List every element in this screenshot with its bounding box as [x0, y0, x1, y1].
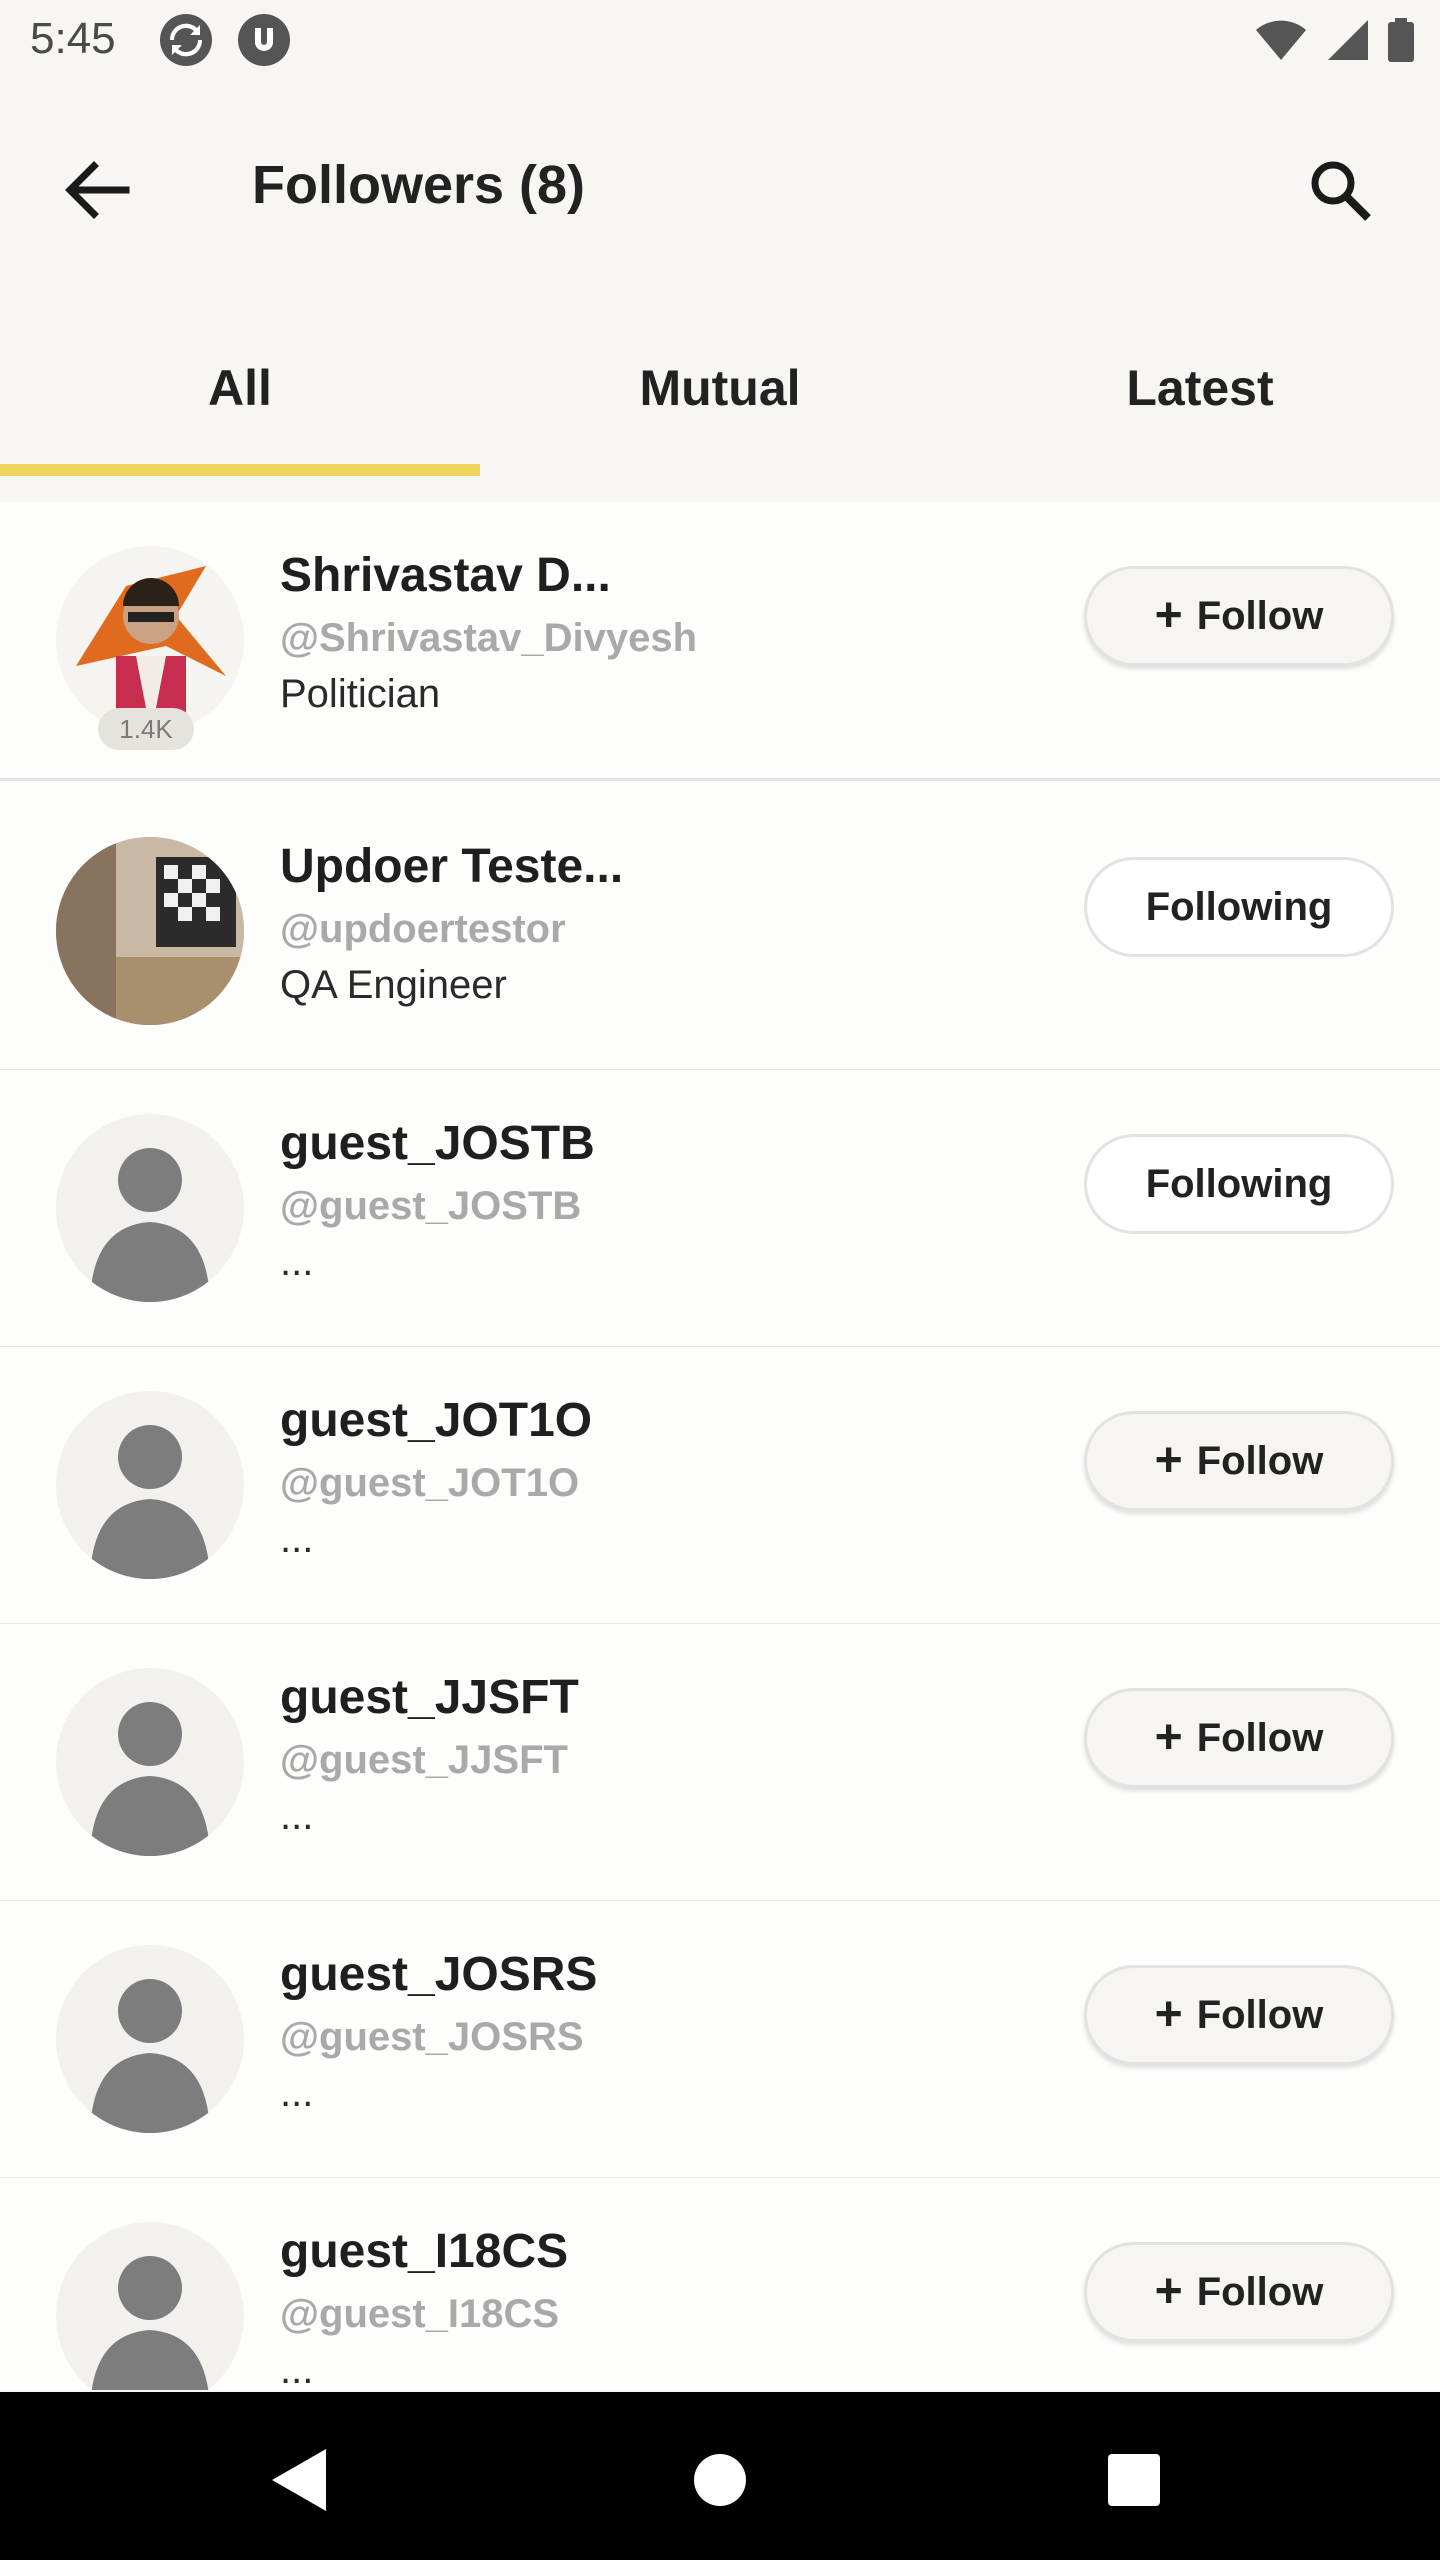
- nav-home-icon: [694, 2454, 746, 2506]
- search-button[interactable]: [1292, 142, 1388, 238]
- nav-back-button[interactable]: [252, 2432, 348, 2528]
- follower-bio: ...: [280, 1517, 314, 1561]
- nav-back-icon: [272, 2449, 326, 2511]
- avatar[interactable]: [56, 1668, 244, 1856]
- follower-handle: @guest_I18CS: [280, 2292, 560, 2336]
- follower-name[interactable]: guest_JOT1O: [280, 1393, 592, 1448]
- follow-button-label: Follow: [1196, 1715, 1324, 1760]
- follow-button[interactable]: + Follow: [1084, 566, 1394, 666]
- system-nav-bar: [0, 2392, 1440, 2560]
- follower-bio: ...: [280, 1240, 314, 1284]
- page-title: Followers (8): [252, 155, 586, 215]
- avatar[interactable]: [56, 837, 244, 1025]
- follow-button-label: Follow: [1196, 593, 1324, 638]
- avatar[interactable]: [56, 2222, 244, 2390]
- plus-icon: +: [1154, 1434, 1183, 1487]
- follower-bio: ...: [280, 2071, 314, 2115]
- following-button[interactable]: Following: [1084, 857, 1394, 957]
- follow-button-label: Follow: [1196, 1992, 1324, 2037]
- default-avatar-icon: [91, 2256, 209, 2390]
- follow-button-label: Follow: [1196, 2269, 1324, 2314]
- follower-name[interactable]: guest_JJSFT: [280, 1670, 579, 1725]
- tab-latest[interactable]: Latest: [960, 300, 1440, 476]
- app-u-icon: [238, 14, 290, 66]
- follow-button[interactable]: + Follow: [1084, 1411, 1394, 1511]
- follower-handle: @guest_JJSFT: [280, 1738, 568, 1782]
- avatar[interactable]: [56, 1114, 244, 1302]
- active-tab-indicator: [0, 464, 480, 476]
- default-avatar-icon: [90, 1702, 210, 1856]
- follower-bio: ...: [280, 2348, 314, 2390]
- default-avatar-icon: [90, 1425, 210, 1579]
- follower-bio: Politician: [280, 672, 441, 716]
- follower-name[interactable]: guest_JOSTB: [280, 1116, 595, 1171]
- tab-mutual[interactable]: Mutual: [480, 300, 960, 476]
- list-item[interactable]: guest_JOT1O @guest_JOT1O ... + Follow: [0, 1347, 1440, 1626]
- follow-button-label: Follow: [1196, 1438, 1324, 1483]
- search-icon: [1311, 161, 1371, 221]
- back-button[interactable]: [48, 142, 144, 238]
- list-item[interactable]: 1.4K Shrivastav D... @Shrivastav_Divyesh…: [0, 502, 1440, 781]
- plus-icon: +: [1154, 589, 1183, 642]
- follower-name[interactable]: Shrivastav D...: [280, 548, 611, 603]
- follow-button[interactable]: + Follow: [1084, 2242, 1394, 2342]
- follower-handle: @guest_JOT1O: [280, 1461, 580, 1505]
- list-item[interactable]: guest_JOSTB @guest_JOSTB ... Following: [0, 1070, 1440, 1349]
- default-avatar-icon: [90, 1979, 210, 2133]
- following-button[interactable]: Following: [1084, 1134, 1394, 1234]
- avatar[interactable]: [56, 1391, 244, 1579]
- nav-home-button[interactable]: [672, 2432, 768, 2528]
- tab-all[interactable]: All: [0, 300, 480, 476]
- battery-icon: [1388, 18, 1414, 67]
- follower-count-badge: 1.4K: [98, 708, 194, 750]
- follower-handle: @guest_JOSTB: [280, 1184, 582, 1228]
- avatar[interactable]: [56, 1945, 244, 2133]
- avatar[interactable]: [56, 546, 244, 734]
- nav-recents-button[interactable]: [1086, 2432, 1182, 2528]
- signal-icon: [1326, 18, 1370, 67]
- follower-name[interactable]: guest_I18CS: [280, 2224, 568, 2279]
- plus-icon: +: [1154, 1711, 1183, 1764]
- follow-button[interactable]: + Follow: [1084, 1688, 1394, 1788]
- wifi-icon: [1254, 18, 1308, 67]
- sync-icon: [160, 14, 212, 66]
- plus-icon: +: [1154, 2265, 1183, 2318]
- follower-handle: @updoertestor: [280, 907, 566, 951]
- follower-handle: @Shrivastav_Divyesh: [280, 616, 698, 660]
- list-item[interactable]: Updoer Teste... @updoertestor QA Enginee…: [0, 793, 1440, 1072]
- tab-bar: All Mutual Latest: [0, 300, 1440, 476]
- follower-bio: ...: [280, 1794, 314, 1838]
- default-avatar-icon: [90, 1148, 210, 1302]
- follower-handle: @guest_JOSRS: [280, 2015, 584, 2059]
- status-time: 5:45: [30, 14, 116, 63]
- follow-button[interactable]: + Follow: [1084, 1965, 1394, 2065]
- plus-icon: +: [1154, 1988, 1183, 2041]
- nav-recents-icon: [1108, 2454, 1160, 2506]
- follower-name[interactable]: Updoer Teste...: [280, 839, 623, 894]
- followers-list[interactable]: 1.4K Shrivastav D... @Shrivastav_Divyesh…: [0, 502, 1440, 2390]
- app-bar: Followers (8): [0, 84, 1440, 280]
- list-item[interactable]: guest_JJSFT @guest_JJSFT ... + Follow: [0, 1624, 1440, 1903]
- list-item[interactable]: guest_I18CS @guest_I18CS ... + Follow: [0, 2178, 1440, 2390]
- follower-bio: QA Engineer: [280, 963, 507, 1007]
- status-bar: 5:45: [0, 0, 1440, 84]
- list-item[interactable]: guest_JOSRS @guest_JOSRS ... + Follow: [0, 1901, 1440, 2180]
- follower-name[interactable]: guest_JOSRS: [280, 1947, 597, 2002]
- back-arrow-icon: [65, 161, 130, 219]
